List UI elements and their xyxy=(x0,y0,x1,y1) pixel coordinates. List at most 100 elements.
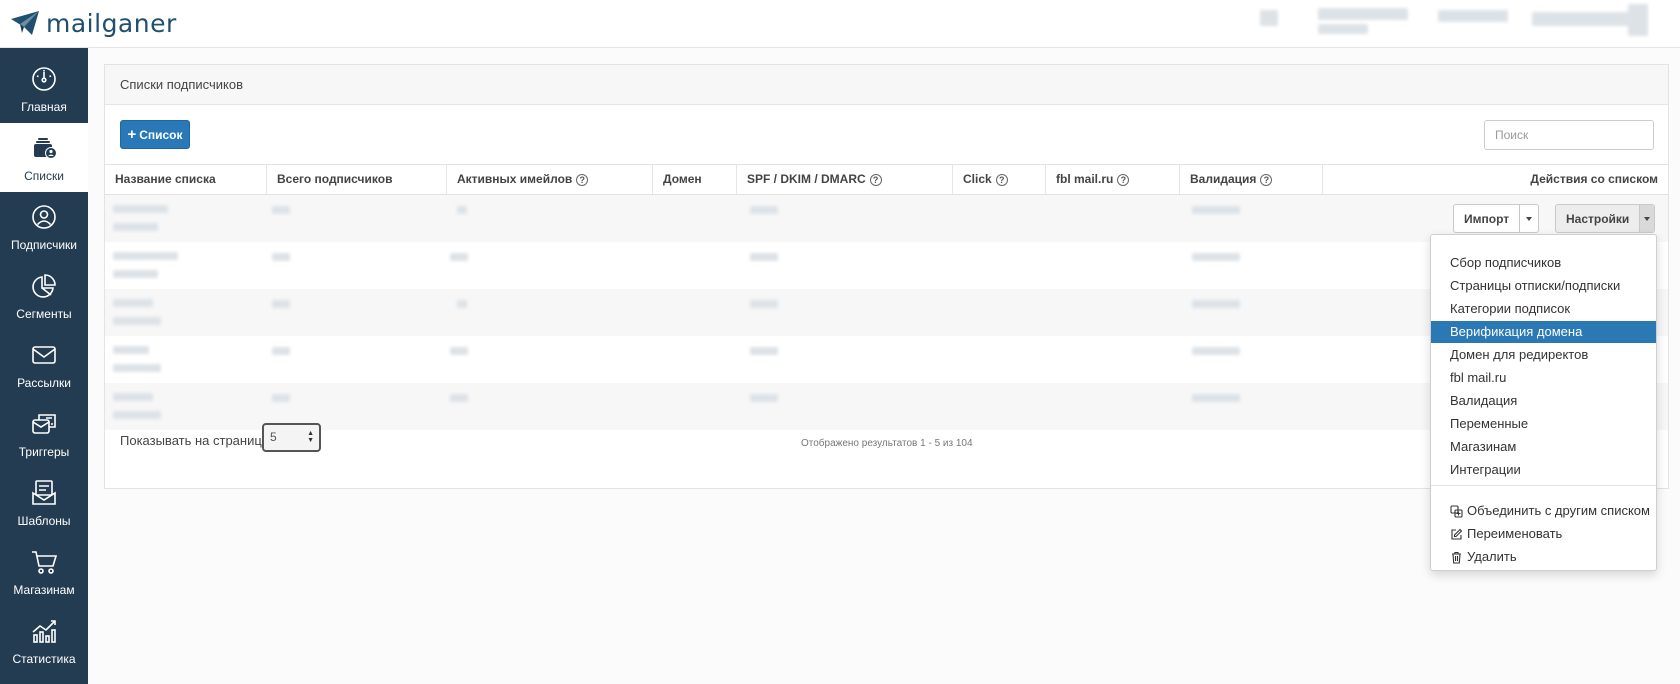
redacted-cell xyxy=(450,347,468,355)
menu-item-integrations[interactable]: Интеграции xyxy=(1431,459,1656,481)
redacted-cell xyxy=(1192,394,1240,402)
lists-icon xyxy=(34,137,57,159)
settings-dropdown-toggle[interactable] xyxy=(1640,205,1654,232)
edit-icon xyxy=(1451,528,1463,540)
column-header-total-subscribers[interactable]: Всего подписчиков xyxy=(267,165,447,194)
blurred-user-info xyxy=(1532,12,1642,26)
redacted-cell xyxy=(113,270,158,278)
import-button[interactable]: Импорт xyxy=(1454,205,1521,232)
menu-item-fbl-mailru[interactable]: fbl mail.ru xyxy=(1431,367,1656,389)
redacted-cell xyxy=(113,205,168,213)
import-split-button[interactable]: Импорт xyxy=(1453,204,1539,233)
add-list-button[interactable]: + Список xyxy=(120,120,190,149)
sidebar-item-campaigns[interactable]: Рассылки xyxy=(0,330,88,399)
menu-item-domain-verification[interactable]: Верификация домена xyxy=(1431,321,1656,343)
sidebar-item-label: Рассылки xyxy=(17,375,71,390)
sidebar-item-label: Главная xyxy=(21,99,67,114)
menu-item-unsubscribe-pages[interactable]: Страницы отписки/подписки xyxy=(1431,275,1656,297)
redacted-cell xyxy=(750,253,778,261)
redacted-cell xyxy=(272,300,290,308)
column-header-list-name[interactable]: Название списка xyxy=(105,165,267,194)
sidebar-item-subscribers[interactable]: Подписчики xyxy=(0,192,88,261)
sidebar-item-label: Сегменты xyxy=(16,306,72,321)
sidebar-item-segments[interactable]: Сегменты xyxy=(0,261,88,330)
table-header: Название списка Всего подписчиков Активн… xyxy=(105,164,1668,195)
per-page-value: 5 xyxy=(270,430,277,444)
sidebar-item-triggers[interactable]: Триггеры xyxy=(0,399,88,468)
sidebar-item-home[interactable]: Главная xyxy=(0,54,88,123)
redacted-cell xyxy=(113,317,161,325)
segments-icon xyxy=(32,273,56,298)
menu-item-validation[interactable]: Валидация xyxy=(1431,390,1656,412)
sidebar-item-lists[interactable]: Списки xyxy=(0,123,88,192)
settings-button[interactable]: Настройки xyxy=(1556,205,1641,232)
redacted-cell xyxy=(1192,300,1240,308)
chevron-down-icon xyxy=(1526,216,1533,221)
subscribers-icon xyxy=(32,204,56,229)
panel-title: Списки подписчиков xyxy=(105,65,1668,105)
redacted-cell xyxy=(450,394,468,402)
sidebar-item-label: Подписчики xyxy=(10,237,77,252)
help-icon[interactable]: ? xyxy=(869,173,882,186)
redacted-cell xyxy=(750,206,778,214)
menu-item-delete[interactable]: Удалить xyxy=(1431,546,1656,568)
help-icon[interactable]: ? xyxy=(1260,173,1273,186)
per-page-label: Показывать на странице xyxy=(120,433,269,448)
logo-envelope-icon xyxy=(11,11,39,35)
redacted-cell xyxy=(1192,347,1240,355)
brand-name: mailganer xyxy=(46,8,177,38)
column-header-click[interactable]: Click? xyxy=(953,165,1046,194)
menu-item-merge-list[interactable]: Объединить с другим списком xyxy=(1431,500,1656,522)
redacted-cell xyxy=(1192,206,1240,214)
top-bar: mailganer xyxy=(0,0,1680,48)
redacted-cell xyxy=(1192,253,1240,261)
sidebar-item-stats[interactable]: Статистика xyxy=(0,606,88,675)
column-header-domain[interactable]: Домен xyxy=(653,165,737,194)
menu-item-rename[interactable]: Переименовать xyxy=(1431,523,1656,545)
redacted-cell xyxy=(450,253,468,261)
chevron-down-icon xyxy=(1644,216,1651,221)
settings-dropdown-menu: Сбор подписчиков Страницы отписки/подпис… xyxy=(1430,234,1657,571)
redacted-cell xyxy=(113,393,153,401)
redacted-cell xyxy=(113,411,161,419)
redacted-cell xyxy=(113,299,153,307)
templates-icon xyxy=(32,479,56,505)
column-header-fbl[interactable]: fbl mail.ru? xyxy=(1046,165,1180,194)
redacted-cell xyxy=(272,206,290,214)
column-header-active-emails[interactable]: Активных имейлов? xyxy=(447,165,653,194)
menu-item-subscription-categories[interactable]: Категории подписок xyxy=(1431,298,1656,320)
import-dropdown-toggle[interactable] xyxy=(1520,205,1538,232)
column-header-spf-dkim-dmarc[interactable]: SPF / DKIM / DMARC? xyxy=(737,165,953,194)
redacted-cell xyxy=(750,300,778,308)
sidebar-item-label: Списки xyxy=(24,168,64,183)
menu-item-redirect-domain[interactable]: Домен для редиректов xyxy=(1431,344,1656,366)
sidebar-item-label: Статистика xyxy=(12,651,76,666)
help-icon[interactable]: ? xyxy=(995,173,1008,186)
triggers-icon xyxy=(32,413,56,434)
help-icon[interactable]: ? xyxy=(1117,173,1130,186)
stats-icon xyxy=(32,619,56,643)
redacted-cell xyxy=(113,223,158,231)
menu-item-variables[interactable]: Переменные xyxy=(1431,413,1656,435)
cart-icon xyxy=(32,550,58,574)
sidebar-item-shops[interactable]: Магазинам xyxy=(0,537,88,606)
blurred-user-info xyxy=(1438,10,1508,22)
column-header-actions: Действия со списком xyxy=(1530,172,1658,186)
menu-item-shops[interactable]: Магазинам xyxy=(1431,436,1656,458)
menu-item-collect-subscribers[interactable]: Сбор подписчиков xyxy=(1431,252,1656,274)
trash-icon xyxy=(1452,551,1461,564)
mail-icon xyxy=(32,345,56,364)
search-input[interactable] xyxy=(1484,120,1654,150)
column-header-validation[interactable]: Валидация? xyxy=(1180,165,1323,194)
redacted-cell xyxy=(750,394,778,402)
per-page-select[interactable]: 5 ▲ ▼ xyxy=(262,423,321,452)
redacted-cell xyxy=(113,252,178,260)
blurred-user-info xyxy=(1318,8,1408,20)
sidebar-item-templates[interactable]: Шаблоны xyxy=(0,468,88,537)
sidebar-item-label: Магазинам xyxy=(13,582,75,597)
help-icon[interactable]: ? xyxy=(576,173,589,186)
settings-split-button[interactable]: Настройки xyxy=(1555,204,1655,233)
blurred-user-info xyxy=(1260,10,1278,26)
logo[interactable]: mailganer xyxy=(10,6,177,40)
add-list-label: Список xyxy=(139,127,183,142)
